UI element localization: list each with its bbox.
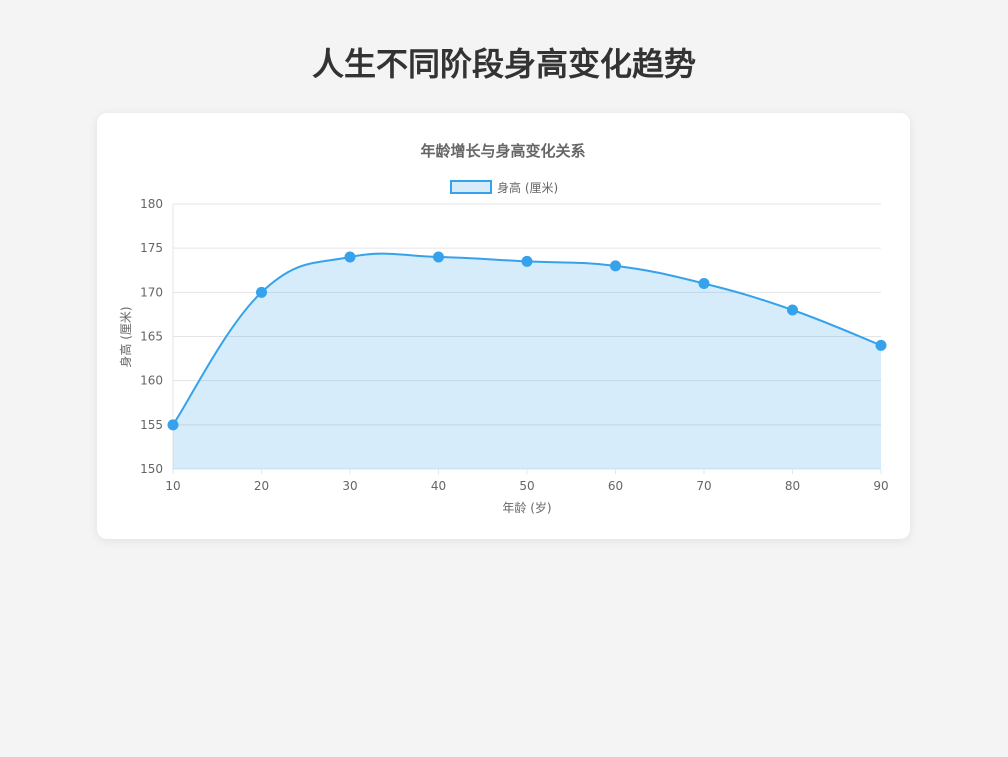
x-tick-label: 50	[519, 479, 534, 493]
data-point	[610, 260, 621, 272]
y-axis-ticks: 150 155 160 165 170 175 180	[140, 197, 163, 476]
x-tick-label: 80	[785, 479, 800, 493]
page-title: 人生不同阶段身高变化趋势	[311, 45, 696, 83]
data-point	[167, 419, 179, 431]
y-tick-label: 175	[140, 241, 163, 255]
y-tick-label: 160	[140, 374, 163, 388]
data-point	[875, 339, 887, 351]
legend-label: 身高 (厘米)	[497, 180, 558, 195]
data-point	[256, 286, 267, 298]
y-tick-label: 170	[140, 285, 163, 299]
data-point	[521, 255, 533, 267]
page: 人生不同阶段身高变化趋势 年龄增长与身高变化关系 身高 (厘米) 150 155 1…	[0, 0, 1008, 757]
data-point	[698, 278, 710, 289]
chart-card: 年龄增长与身高变化关系 身高 (厘米) 150 155 160 165 170 175 18…	[97, 113, 910, 539]
data-point	[787, 304, 798, 316]
y-tick-label: 155	[140, 418, 163, 432]
chart-title: 年龄增长与身高变化关系	[420, 142, 585, 160]
x-axis-title: 年龄 (岁)	[502, 500, 551, 515]
height-line-chart: 年龄增长与身高变化关系 身高 (厘米) 150 155 160 165 170 175 18…	[118, 142, 889, 515]
y-tick-label: 165	[140, 330, 163, 344]
x-tick-label: 10	[165, 479, 180, 493]
x-tick-label: 70	[696, 479, 711, 493]
y-tick-label: 180	[140, 197, 163, 211]
series-area	[173, 253, 881, 469]
legend[interactable]: 身高 (厘米)	[450, 180, 558, 195]
y-tick-label: 150	[140, 462, 163, 476]
y-axis-title: 身高 (厘米)	[118, 306, 133, 367]
x-tick-label: 30	[342, 479, 357, 493]
legend-swatch	[450, 180, 492, 194]
x-tick-label: 60	[608, 479, 623, 493]
x-axis-ticks: 10 20 30 40 50 60 70 80 90	[165, 469, 889, 493]
area-layer	[173, 253, 881, 469]
x-tick-label: 90	[873, 479, 888, 493]
x-tick-label: 20	[254, 479, 269, 493]
x-tick-label: 40	[431, 479, 446, 493]
data-point	[344, 251, 356, 263]
data-point	[433, 251, 444, 263]
